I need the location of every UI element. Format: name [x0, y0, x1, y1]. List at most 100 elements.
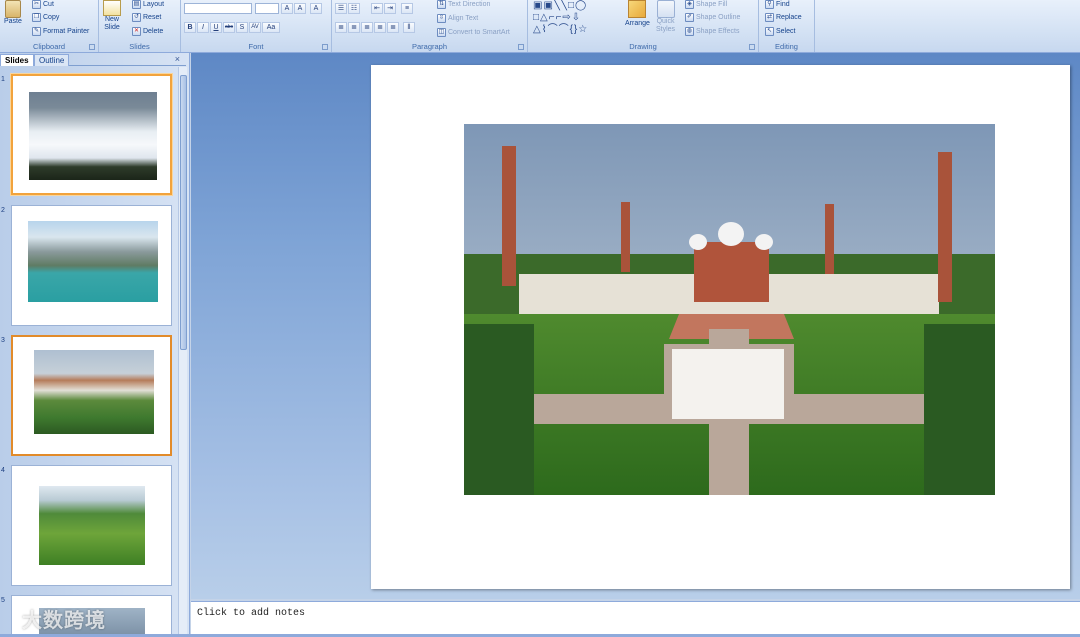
align-text-icon: ⇳ [437, 14, 446, 23]
new-slide-button[interactable]: New Slide [103, 0, 121, 32]
font-size-buttons: A A A [281, 3, 322, 14]
layout-button[interactable]: ▤ Layout [132, 0, 164, 9]
drawing-group: ▣▣╲╲□◯ □△⌐⌐⇨⇩ △⌇⌒⌒{}☆ Arrange Quick Styl… [528, 0, 759, 52]
bullets-icon[interactable]: ☰ [335, 3, 347, 14]
columns-icon[interactable]: ⫴ [403, 22, 415, 33]
editing-group: ⚲ Find ⇄ Replace ↖ Select Editing [759, 0, 815, 52]
tab-slides[interactable]: Slides [0, 54, 34, 66]
paragraph-label: Paragraph [411, 42, 448, 51]
font-format-buttons: B I U abc S AV Aa [184, 22, 280, 33]
thumbnail-image-snow [29, 92, 157, 180]
font-launcher-icon[interactable] [322, 44, 328, 50]
cut-button[interactable]: ✂ Cut [32, 0, 54, 9]
slide-number: 3 [1, 337, 5, 344]
italic-button[interactable]: I [197, 22, 209, 33]
slide-number: 2 [1, 207, 5, 214]
shapes-gallery[interactable]: ▣▣╲╲□◯ □△⌐⌐⇨⇩ △⌇⌒⌒{}☆ [533, 0, 621, 38]
bold-button[interactable]: B [184, 22, 196, 33]
line-spacing-icon[interactable]: ≡ [401, 3, 413, 14]
panel-tabs: Slides Outline × [0, 54, 186, 66]
font-label: Font [248, 42, 264, 51]
font-size-combo[interactable] [255, 3, 279, 14]
scissors-icon: ✂ [32, 0, 41, 9]
slide-photo-mosque[interactable] [464, 124, 995, 495]
arrange-button[interactable]: Arrange [625, 0, 650, 27]
slide-thumbnail-3[interactable] [11, 335, 172, 456]
delete-slide-button[interactable]: ✕ Delete [132, 27, 163, 36]
shapes-row-3: △⌇⌒⌒{}☆ [533, 24, 589, 35]
copy-icon: ❐ [32, 13, 41, 22]
clipboard-label: Clipboard [32, 42, 66, 51]
reset-button[interactable]: ↺ Reset [132, 13, 161, 22]
shadow-button[interactable]: S [236, 22, 248, 33]
pen-icon: ✐ [685, 13, 694, 22]
find-button[interactable]: ⚲ Find [765, 0, 790, 9]
shapes-row-1: ▣▣╲╲□◯ [533, 0, 588, 11]
thumbnail-image-lake [28, 221, 158, 302]
brush-icon: ✎ [32, 27, 41, 36]
change-case-button[interactable]: Aa [262, 22, 280, 33]
shrink-font-icon[interactable]: A [294, 3, 306, 14]
text-direction-icon: ⇅ [437, 0, 446, 9]
strikethrough-button[interactable]: abc [223, 22, 235, 33]
slide-number: 5 [1, 597, 5, 604]
drawing-launcher-icon[interactable] [749, 44, 755, 50]
increase-indent-icon[interactable]: ⇥ [384, 3, 396, 14]
slide-thumbnail-4[interactable] [11, 465, 172, 586]
slide-thumbnail-1[interactable] [11, 74, 172, 195]
quick-styles-button[interactable]: Quick Styles [656, 0, 675, 34]
align-right-icon[interactable]: ≣ [361, 22, 373, 33]
thumbnail-image-valley [39, 486, 145, 565]
font-name-combo[interactable] [184, 3, 252, 14]
editing-label: Editing [775, 42, 798, 51]
align-text-button[interactable]: ⇳ Align Text [437, 14, 478, 23]
paste-button[interactable]: Paste [4, 0, 22, 25]
select-button[interactable]: ↖ Select [765, 27, 795, 36]
scrollbar-thumb[interactable] [180, 75, 187, 350]
format-painter-button[interactable]: ✎ Format Painter [32, 27, 89, 36]
smartart-button[interactable]: ◫ Convert to SmartArt [437, 28, 510, 37]
align-center-icon[interactable]: ≣ [348, 22, 360, 33]
drawing-label: Drawing [629, 42, 657, 51]
paragraph-group: ☰ ☷ ⇤ ⇥ ≡ ≣ ≣ ≣ ≣ ≣ ⫴ ⇅ Text Direction ⇳ A… [332, 0, 528, 52]
slides-label: Slides [129, 42, 150, 51]
shape-outline-button[interactable]: ✐ Shape Outline [685, 13, 740, 22]
notes-placeholder: Click to add notes [197, 608, 306, 619]
underline-button[interactable]: U [210, 22, 222, 33]
text-direction-button[interactable]: ⇅ Text Direction [437, 0, 490, 9]
grow-font-icon[interactable]: A [281, 3, 293, 14]
replace-button[interactable]: ⇄ Replace [765, 13, 802, 22]
justify-icon[interactable]: ≣ [374, 22, 386, 33]
replace-icon: ⇄ [765, 13, 774, 22]
list-buttons: ☰ ☷ ⇤ ⇥ ≡ [335, 3, 413, 14]
paragraph-launcher-icon[interactable] [518, 44, 524, 50]
watermark-logo: 大数跨境 [22, 610, 106, 632]
slide-number: 4 [1, 467, 5, 474]
close-panel-icon[interactable]: × [175, 54, 180, 64]
shapes-row-2: □△⌐⌐⇨⇩ [533, 12, 582, 23]
effects-icon: ◍ [685, 27, 694, 36]
slides-group: New Slide ▤ Layout ↺ Reset ✕ Delete Slides [99, 0, 181, 52]
binoculars-icon: ⚲ [765, 0, 774, 9]
shape-fill-button[interactable]: ◈ Shape Fill [685, 0, 727, 9]
distributed-icon[interactable]: ≣ [387, 22, 399, 33]
numbering-icon[interactable]: ☷ [348, 3, 360, 14]
align-left-icon[interactable]: ≣ [335, 22, 347, 33]
shape-effects-button[interactable]: ◍ Shape Effects [685, 27, 739, 36]
thumbnail-scrollbar[interactable] [178, 67, 187, 635]
spacing-button[interactable]: AV [249, 22, 261, 33]
tab-outline[interactable]: Outline [34, 54, 70, 66]
notes-pane[interactable]: Click to add notes [191, 601, 1080, 634]
clipboard-launcher-icon[interactable] [89, 44, 95, 50]
slide-thumbnail-2[interactable] [11, 205, 172, 326]
slide-number: 1 [1, 76, 5, 83]
clipboard-group: Paste ✂ Cut ❐ Copy ✎ Format Painter Clipboa… [0, 0, 99, 52]
copy-button[interactable]: ❐ Copy [32, 13, 59, 22]
clear-format-icon[interactable]: A [310, 3, 322, 14]
current-slide[interactable] [371, 65, 1070, 589]
layout-icon: ▤ [132, 0, 141, 9]
align-buttons: ≣ ≣ ≣ ≣ ≣ ⫴ [335, 22, 415, 33]
decrease-indent-icon[interactable]: ⇤ [371, 3, 383, 14]
new-slide-icon [103, 0, 121, 16]
paste-icon [4, 0, 21, 18]
